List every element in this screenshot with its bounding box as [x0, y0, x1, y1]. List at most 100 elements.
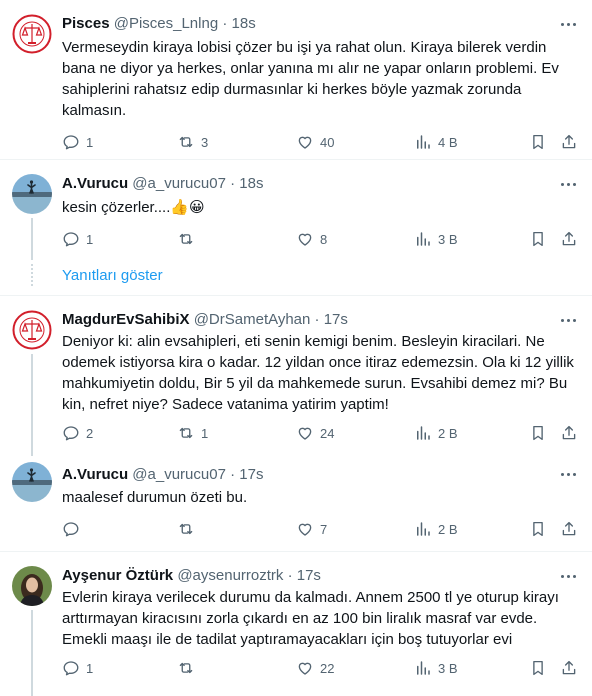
author-handle[interactable]: @Pisces_Lnlng — [114, 15, 218, 32]
view-count: 3 B — [438, 231, 458, 247]
bookmark-icon — [533, 660, 543, 676]
tweet-text: Evlerin kiraya verilecek durumu da kalma… — [62, 589, 564, 648]
tweet[interactable]: Pisces @Pisces_Lnlng · 18s Vermeseydin k… — [0, 0, 592, 160]
views-button[interactable]: 3 B — [414, 658, 458, 678]
more-options-icon[interactable] — [558, 16, 578, 32]
seal-logo-icon — [12, 14, 52, 54]
avatar[interactable] — [12, 566, 52, 606]
view-count: 2 B — [438, 521, 458, 537]
heart-icon — [298, 233, 312, 246]
like-count: 22 — [320, 660, 335, 676]
retweet-button[interactable] — [177, 658, 201, 678]
share-button[interactable] — [560, 519, 578, 539]
avatar[interactable] — [12, 462, 52, 502]
bookmark-button[interactable] — [529, 658, 547, 678]
tweet[interactable]: MagdurEvSahibiX @DrSametAyhan · 17s Deni… — [0, 296, 592, 456]
action-bar: 2 1 24 2 B — [62, 423, 578, 443]
view-count: 3 B — [438, 660, 458, 676]
more-options-icon[interactable] — [558, 312, 578, 328]
views-button[interactable]: 2 B — [414, 423, 458, 443]
bookmark-button[interactable] — [529, 132, 547, 152]
reply-feed: Pisces @Pisces_Lnlng · 18s Vermeseydin k… — [0, 0, 592, 696]
timestamp[interactable]: 18s — [239, 175, 263, 192]
views-button[interactable]: 3 B — [414, 229, 458, 249]
share-button[interactable] — [560, 658, 578, 678]
bookmark-button[interactable] — [529, 519, 547, 539]
retweet-button[interactable] — [177, 519, 201, 539]
views-button[interactable]: 4 B — [414, 132, 458, 152]
separator: · — [222, 15, 228, 32]
tweet-header: A.Vurucu @a_vurucu07 · 18s — [62, 174, 552, 194]
reply-button[interactable]: 1 — [62, 132, 93, 152]
lake-photo-icon — [12, 462, 52, 502]
more-options-icon[interactable] — [558, 568, 578, 584]
avatar[interactable] — [12, 310, 52, 350]
author-name[interactable]: A.Vurucu — [62, 175, 128, 192]
tweet[interactable]: A.Vurucu @a_vurucu07 · 17s maalesef duru… — [0, 456, 592, 552]
share-button[interactable] — [560, 229, 578, 249]
author-handle[interactable]: @DrSametAyhan — [194, 311, 311, 328]
show-replies-link[interactable]: Yanıtları göster — [62, 267, 163, 284]
author-name[interactable]: MagdurEvSahibiX — [62, 311, 190, 328]
thread-line — [31, 354, 33, 456]
reply-button[interactable]: 1 — [62, 658, 93, 678]
lake-photo-icon — [12, 174, 52, 214]
action-bar: 1 3 40 4 B — [62, 132, 578, 152]
like-button[interactable]: 40 — [296, 132, 334, 152]
more-options-icon[interactable] — [558, 176, 578, 192]
bookmark-icon — [533, 521, 543, 537]
tweet-header: A.Vurucu @a_vurucu07 · 17s — [62, 465, 552, 485]
retweet-button[interactable]: 1 — [177, 423, 208, 443]
retweet-button[interactable]: 3 — [177, 132, 208, 152]
like-button[interactable]: 8 — [296, 229, 327, 249]
author-name[interactable]: Ayşenur Öztürk — [62, 567, 173, 584]
reply-button[interactable]: 2 — [62, 423, 93, 443]
timestamp[interactable]: 17s — [297, 567, 321, 584]
avatar[interactable] — [12, 14, 52, 54]
like-count: 7 — [320, 521, 328, 537]
reply-count: 2 — [86, 425, 94, 441]
avatar[interactable] — [12, 174, 52, 214]
timestamp[interactable]: 18s — [232, 15, 256, 32]
tweet-text: Deniyor ki: alin evsahipleri, eti senin … — [62, 333, 579, 413]
author-handle[interactable]: @a_vurucu07 — [132, 466, 226, 483]
retweet-count: 1 — [201, 425, 209, 441]
bookmark-button[interactable] — [529, 423, 547, 443]
like-button[interactable]: 7 — [296, 519, 327, 539]
author-handle[interactable]: @a_vurucu07 — [132, 175, 226, 192]
views-icon — [417, 135, 430, 149]
views-icon — [417, 661, 430, 675]
bookmark-button[interactable] — [529, 229, 547, 249]
retweet-button[interactable] — [177, 229, 201, 249]
show-replies-row[interactable]: Yanıtları göster — [0, 260, 592, 296]
like-button[interactable]: 24 — [296, 423, 334, 443]
timestamp[interactable]: 17s — [324, 311, 348, 328]
author-name[interactable]: A.Vurucu — [62, 466, 128, 483]
thread-line — [31, 218, 33, 260]
tweet-header: MagdurEvSahibiX @DrSametAyhan · 17s — [62, 310, 552, 330]
tweet[interactable]: A.Vurucu @a_vurucu07 · 18s kesin çözerle… — [0, 160, 592, 260]
reply-count: 1 — [86, 134, 94, 150]
reply-button[interactable] — [62, 519, 86, 539]
bookmark-icon — [533, 134, 543, 150]
more-options-icon[interactable] — [558, 466, 578, 482]
views-button[interactable]: 2 B — [414, 519, 458, 539]
view-count: 4 B — [438, 134, 458, 150]
like-button[interactable]: 22 — [296, 658, 334, 678]
heart-icon — [298, 662, 312, 675]
tweet[interactable]: Ayşenur Öztürk @aysenurroztrk · 17s Evle… — [0, 552, 592, 696]
author-handle[interactable]: @aysenurroztrk — [177, 567, 283, 584]
views-icon — [417, 426, 430, 440]
separator: · — [287, 567, 293, 584]
retweet-count: 3 — [201, 134, 209, 150]
reply-icon — [63, 522, 79, 537]
share-button[interactable] — [560, 423, 578, 443]
reply-button[interactable]: 1 — [62, 229, 93, 249]
author-name[interactable]: Pisces — [62, 15, 110, 32]
share-icon — [562, 231, 576, 246]
timestamp[interactable]: 17s — [239, 466, 263, 483]
views-icon — [417, 522, 430, 536]
share-button[interactable] — [560, 132, 578, 152]
views-icon — [417, 232, 430, 246]
view-count: 2 B — [438, 425, 458, 441]
